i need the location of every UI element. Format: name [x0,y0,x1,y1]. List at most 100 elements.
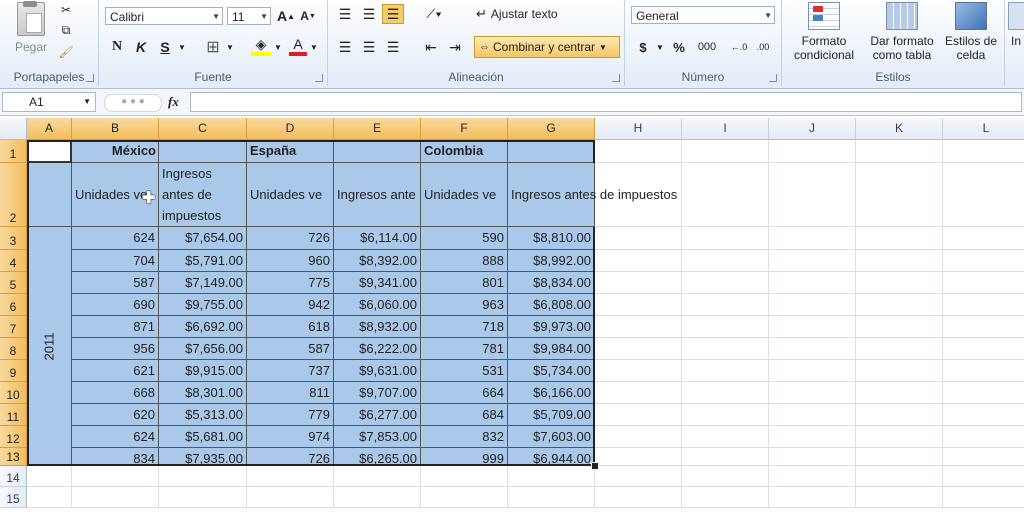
empty-cell[interactable] [769,466,856,487]
empty-cell[interactable] [769,163,856,227]
data-cell-units-espana[interactable]: 779 [247,404,334,426]
cut-icon[interactable]: ✂ [58,2,74,18]
data-cell-units-colombia[interactable]: 781 [421,338,508,360]
year-cell[interactable]: 2011 [27,227,72,466]
clipboard-launcher-icon[interactable] [86,74,94,82]
empty-cell[interactable] [682,272,769,294]
italic-button[interactable]: K [131,38,151,56]
insert-cells-button[interactable]: In [1008,2,1024,48]
empty-cell[interactable] [595,140,682,163]
data-cell-income-espana[interactable]: $8,392.00 [334,250,421,272]
data-cell-units-mexico[interactable]: 956 [72,338,159,360]
empty-cell[interactable] [595,382,682,404]
align-right-icon[interactable]: ☰ [382,38,404,56]
data-cell-units-espana[interactable]: 737 [247,360,334,382]
data-cell-units-mexico[interactable]: 690 [72,294,159,316]
empty-cell[interactable] [769,316,856,338]
empty-cell[interactable] [595,426,682,448]
empty-cell[interactable] [856,140,943,163]
empty-cell[interactable] [595,487,682,508]
data-cell-income-espana[interactable]: $9,707.00 [334,382,421,404]
paste-button[interactable]: Pegar [10,1,52,54]
empty-cell[interactable] [159,487,247,508]
row-header-12[interactable]: 12 [0,426,27,448]
empty-cell[interactable] [595,250,682,272]
data-cell-income-mexico[interactable]: $8,301.00 [159,382,247,404]
data-cell-income-espana[interactable]: $7,853.00 [334,426,421,448]
empty-cell[interactable] [682,382,769,404]
currency-button[interactable]: $ [633,38,653,56]
empty-cell[interactable] [856,404,943,426]
decrease-indent-icon[interactable]: ⇤ [420,38,442,56]
empty-cell[interactable] [595,360,682,382]
data-cell-units-colombia[interactable]: 531 [421,360,508,382]
empty-cell[interactable] [856,294,943,316]
increase-indent-icon[interactable]: ⇥ [444,38,466,56]
underline-dropdown-icon[interactable]: ▼ [177,38,187,56]
header-espana[interactable]: España [247,140,334,163]
data-cell-units-espana[interactable]: 726 [247,448,334,466]
column-header-c[interactable]: C [159,118,247,140]
empty-cell[interactable] [943,250,1024,272]
column-header-k[interactable]: K [856,118,943,140]
empty-cell[interactable] [856,487,943,508]
copy-icon[interactable]: ⧉ [58,22,74,38]
font-name-select[interactable]: Calibri ▼ [105,7,223,25]
data-cell-units-colombia[interactable]: 684 [421,404,508,426]
row-header-7[interactable]: 7 [0,316,27,338]
data-cell-units-mexico[interactable]: 621 [72,360,159,382]
data-cell-income-colombia[interactable]: $6,166.00 [508,382,595,404]
empty-cell[interactable] [769,360,856,382]
empty-cell[interactable] [856,448,943,466]
row-header-8[interactable]: 8 [0,338,27,360]
row-header-15[interactable]: 15 [0,487,27,508]
data-cell-units-colombia[interactable]: 801 [421,272,508,294]
data-cell-units-colombia[interactable]: 590 [421,227,508,250]
empty-cell[interactable] [856,426,943,448]
thousands-button[interactable]: 000 [693,38,721,56]
data-cell-units-mexico[interactable]: 624 [72,227,159,250]
bold-button[interactable]: N [107,38,127,56]
empty-cell[interactable] [159,466,247,487]
data-cell-income-mexico[interactable]: $5,791.00 [159,250,247,272]
data-cell-income-mexico[interactable]: $7,654.00 [159,227,247,250]
data-cell-income-colombia[interactable]: $8,834.00 [508,272,595,294]
row-header-9[interactable]: 9 [0,360,27,382]
align-top-icon[interactable]: ☰ [334,4,356,24]
row-header-11[interactable]: 11 [0,404,27,426]
column-header-h[interactable]: H [595,118,682,140]
cell-a1[interactable] [27,140,72,163]
data-cell-income-colombia[interactable]: $8,810.00 [508,227,595,250]
column-header-b[interactable]: B [72,118,159,140]
data-cell-units-espana[interactable]: 726 [247,227,334,250]
data-cell-units-mexico[interactable]: 834 [72,448,159,466]
row-header-4[interactable]: 4 [0,250,27,272]
font-size-select[interactable]: 11 ▼ [227,7,271,25]
column-header-e[interactable]: E [334,118,421,140]
formula-input[interactable] [190,92,1022,112]
data-cell-income-mexico[interactable]: $9,755.00 [159,294,247,316]
empty-cell[interactable] [769,272,856,294]
empty-cell[interactable] [943,466,1024,487]
grow-font-icon[interactable]: A ▲ [277,6,295,26]
currency-dropdown-icon[interactable]: ▼ [655,38,665,56]
empty-cell[interactable] [769,227,856,250]
data-cell-income-espana[interactable]: $8,932.00 [334,316,421,338]
empty-cell[interactable] [72,466,159,487]
empty-cell[interactable] [682,316,769,338]
data-cell-income-mexico[interactable]: $6,692.00 [159,316,247,338]
data-cell-income-espana[interactable]: $9,341.00 [334,272,421,294]
data-cell-units-mexico[interactable]: 704 [72,250,159,272]
data-cell-income-espana[interactable]: $6,114.00 [334,227,421,250]
empty-cell[interactable] [72,487,159,508]
cell-g1[interactable] [508,140,595,163]
empty-cell[interactable] [856,272,943,294]
data-cell-income-colombia[interactable]: $7,603.00 [508,426,595,448]
format-painter-icon[interactable]: 🖌 [58,44,74,60]
cell-e1[interactable] [334,140,421,163]
empty-cell[interactable] [769,448,856,466]
data-cell-income-espana[interactable]: $6,222.00 [334,338,421,360]
data-cell-income-colombia[interactable]: $8,992.00 [508,250,595,272]
font-color-dropdown-icon[interactable]: ▼ [309,38,319,56]
empty-cell[interactable] [769,250,856,272]
